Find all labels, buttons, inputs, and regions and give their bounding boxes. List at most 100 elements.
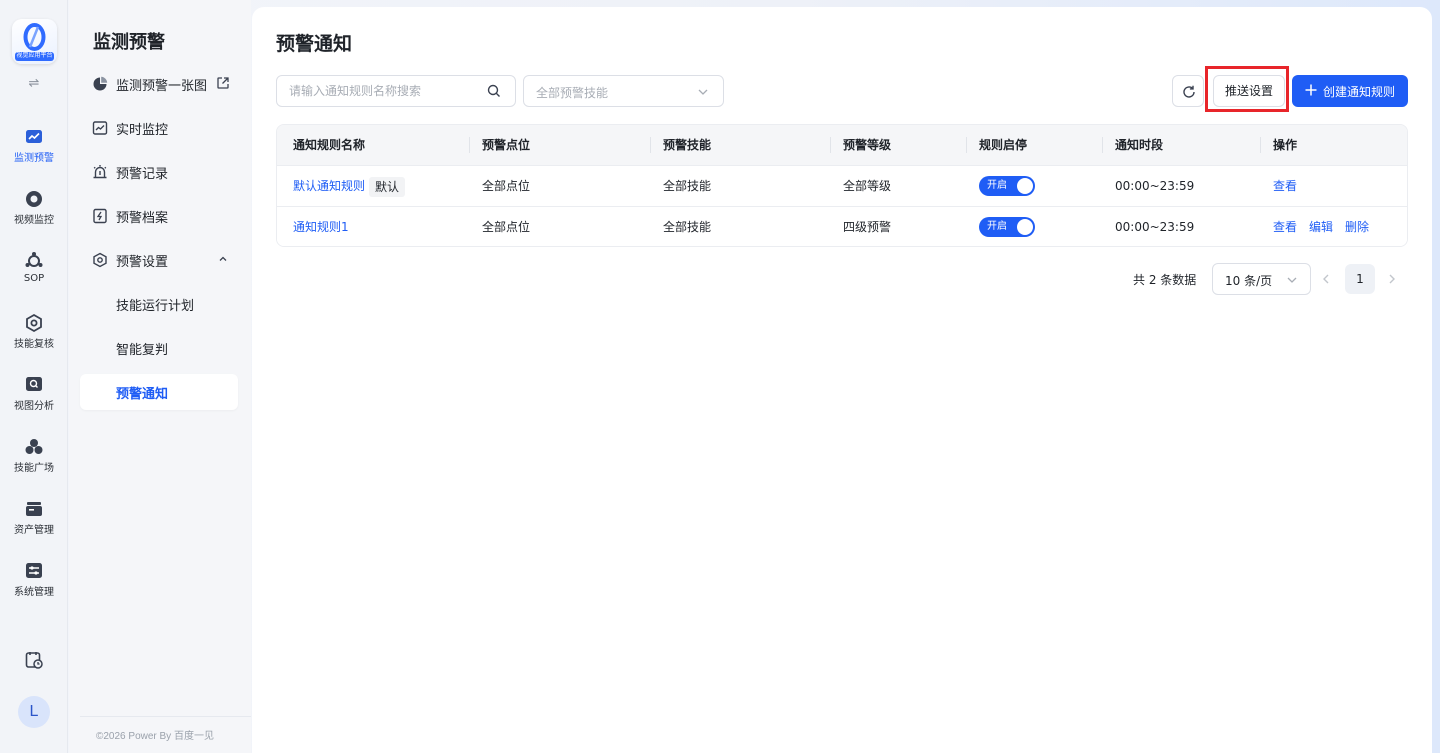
rule-name-link[interactable]: 默认通知规则: [293, 179, 365, 193]
rule-name-cell: 通知规则1: [293, 207, 349, 246]
delete-action[interactable]: 删除: [1345, 220, 1369, 234]
sidebar-item-label: 预警记录: [116, 167, 169, 182]
create-rule-label: 创建通知规则: [1323, 85, 1396, 99]
rail-item-label: 资产管理: [14, 525, 54, 536]
page-title: 预警通知: [276, 33, 353, 55]
copyright-text: ©2026 Power By 百度一见: [96, 731, 214, 742]
sidebar-item-label: 预警档案: [116, 211, 169, 226]
sidebar-subitem-alarm-notify[interactable]: 预警通知: [80, 374, 238, 410]
column-divider: [830, 137, 831, 153]
search-icon[interactable]: [487, 84, 501, 98]
column-header: 规则启停: [979, 138, 1028, 152]
rail-item-label: 视图分析: [14, 401, 54, 412]
rail-item-label: 系统管理: [14, 587, 54, 598]
sidebar-item-label: 实时监控: [116, 123, 169, 138]
sidebar-item-alarm-settings[interactable]: 预警设置: [80, 242, 238, 278]
column-header: 预警技能: [663, 138, 712, 152]
page-number-button[interactable]: 1: [1345, 264, 1375, 294]
rail-item-skill-review[interactable]: 技能复核: [0, 313, 68, 367]
rail-item-system[interactable]: 系统管理: [0, 561, 68, 615]
archive-bolt-icon: [93, 208, 107, 224]
rail-item-assets[interactable]: 资产管理: [0, 499, 68, 553]
table-row: 通知规则1 全部点位 全部技能 四级预警 开启 00:00~23:59 查看 编辑…: [277, 206, 1407, 246]
rule-name-link[interactable]: 通知规则1: [293, 220, 349, 234]
actions-cell: 查看 编辑 删除: [1273, 207, 1369, 246]
column-header: 预警点位: [482, 138, 531, 152]
page-size-select[interactable]: 10 条/页: [1212, 263, 1311, 295]
alarm-record-icon: [93, 165, 107, 179]
period-cell: 00:00~23:59: [1115, 220, 1195, 234]
next-page-icon[interactable]: [1384, 271, 1400, 287]
toggle-knob: [1017, 219, 1033, 235]
search-box[interactable]: [276, 75, 516, 107]
edit-action[interactable]: 编辑: [1309, 220, 1333, 234]
chevron-up-icon: [219, 256, 227, 261]
sidebar-item-label: 监测预警一张图: [116, 79, 208, 94]
sidebar-subitem-skill-plan[interactable]: 技能运行计划: [80, 286, 238, 322]
sidebar-item-alarm-archive[interactable]: 预警档案: [80, 198, 238, 234]
collapse-toggle-icon[interactable]: ⇌: [25, 76, 43, 92]
actions-cell: 查看: [1273, 166, 1309, 206]
prev-page-icon[interactable]: [1318, 271, 1334, 287]
create-rule-button[interactable]: 创建通知规则: [1292, 75, 1408, 107]
rail-item-video[interactable]: 视频监控: [0, 189, 68, 243]
sidebar-item-alarm-records[interactable]: 预警记录: [80, 154, 238, 190]
sidebar-divider: [80, 716, 251, 717]
schedule-icon[interactable]: [24, 650, 44, 670]
chevron-down-icon: [1287, 277, 1297, 283]
column-divider: [1102, 137, 1103, 153]
column-header: 预警等级: [843, 138, 892, 152]
rail-item-skill-plaza[interactable]: 技能广场: [0, 437, 68, 491]
column-divider: [650, 137, 651, 153]
skill-filter-select[interactable]: 全部预警技能: [523, 75, 724, 107]
system-settings-icon: [26, 563, 42, 578]
sidebar-item-label: 预警通知: [116, 387, 169, 402]
skill-filter-placeholder: 全部预警技能: [536, 86, 609, 100]
rail-item-label: 技能广场: [14, 463, 54, 474]
column-header: 通知时段: [1115, 138, 1164, 152]
user-avatar[interactable]: L: [18, 696, 50, 728]
points-cell: 全部点位: [482, 220, 531, 234]
column-header: 操作: [1273, 138, 1298, 152]
rail-item-sop[interactable]: SOP: [0, 251, 68, 305]
toggle-label: 开启: [987, 180, 1007, 191]
table-header: 通知规则名称 预警点位 预警技能 预警等级 规则启停 通知时段 操作: [277, 125, 1407, 165]
hexagon-review-icon: [26, 313, 42, 333]
sidebar-item-label: 预警设置: [116, 255, 169, 270]
view-action[interactable]: 查看: [1273, 179, 1297, 193]
skill-plaza-icon: [25, 439, 43, 454]
points-cell: 全部点位: [482, 179, 531, 193]
logo-text: 视觉应用平台: [15, 52, 54, 61]
column-divider: [1260, 137, 1261, 153]
search-input[interactable]: [289, 76, 479, 106]
icon-rail: 视觉应用平台 ⇌ 监测预警 视频监控 SOP 技能复核 视图分析 技能广场 资产…: [0, 0, 68, 753]
rule-enable-toggle[interactable]: 开启: [979, 176, 1035, 196]
column-header: 通知规则名称: [293, 138, 366, 152]
default-tag: 默认: [369, 176, 406, 197]
trend-chart-icon: [92, 121, 108, 135]
level-cell: 全部等级: [843, 179, 892, 193]
rule-name-cell: 默认通知规则 默认: [293, 166, 406, 206]
rail-item-monitor-warning[interactable]: 监测预警: [0, 127, 68, 181]
toggle-knob: [1017, 178, 1033, 194]
rail-item-label: 技能复核: [14, 339, 54, 350]
view-action[interactable]: 查看: [1273, 220, 1297, 234]
rail-item-view-analysis[interactable]: 视图分析: [0, 375, 68, 429]
rule-enable-toggle[interactable]: 开启: [979, 217, 1035, 237]
rules-table: 通知规则名称 预警点位 预警技能 预警等级 规则启停 通知时段 操作 默认通知规…: [276, 124, 1408, 247]
refresh-button[interactable]: [1172, 75, 1204, 107]
app-logo[interactable]: 视觉应用平台: [12, 19, 57, 64]
sidebar-subitem-smart-rejudge[interactable]: 智能复判: [80, 330, 238, 366]
pagination-total: 共 2 条数据: [1133, 273, 1197, 287]
plus-icon: [1305, 84, 1317, 96]
skills-cell: 全部技能: [663, 179, 712, 193]
rail-item-label: 视频监控: [14, 215, 54, 226]
level-cell: 四级预警: [843, 220, 892, 234]
push-settings-button[interactable]: 推送设置: [1213, 75, 1285, 107]
sidebar-item-overview-map[interactable]: 监测预警一张图: [80, 66, 238, 102]
column-divider: [469, 137, 470, 153]
view-analysis-icon: [26, 377, 42, 391]
rail-item-label: 监测预警: [14, 153, 54, 164]
sidebar-item-realtime[interactable]: 实时监控: [80, 110, 238, 146]
secondary-sidebar: 监测预警 监测预警一张图 实时监控 预警记录 预警档案 预警设置 技能运行计划 …: [69, 0, 251, 753]
